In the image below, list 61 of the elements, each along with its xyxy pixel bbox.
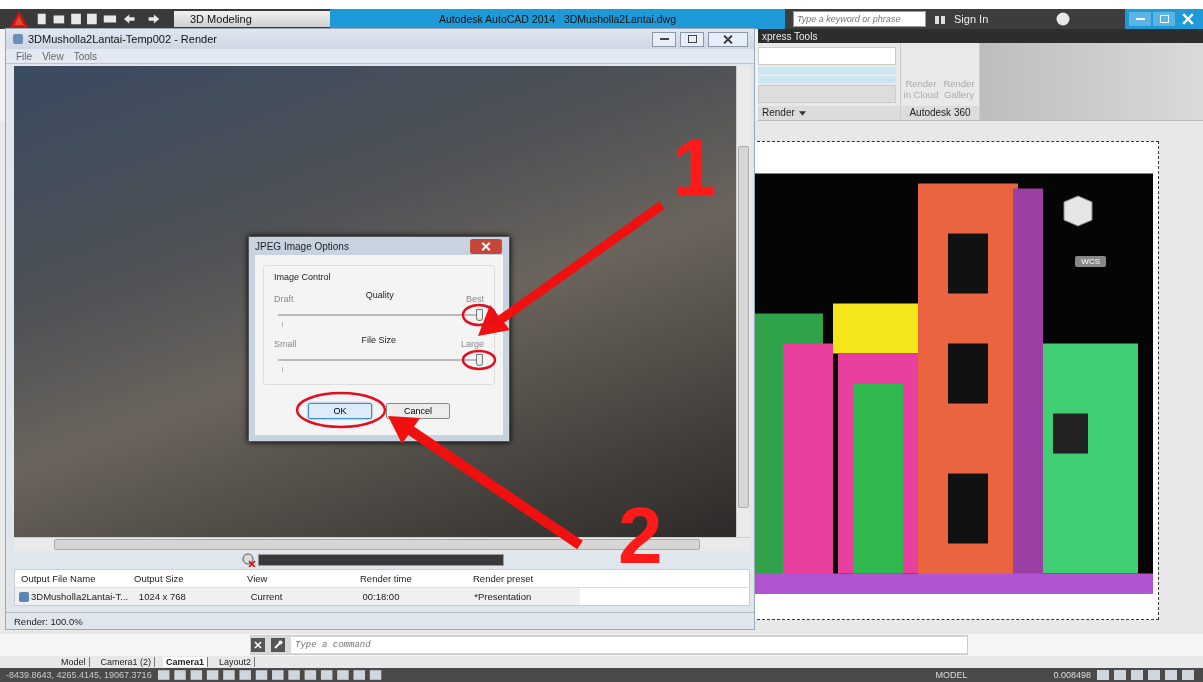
caret-icon[interactable] <box>798 110 806 116</box>
table-cell-text: 3DMusholla2Lantai-T... <box>30 590 130 604</box>
slider-thumb[interactable] <box>476 309 483 321</box>
output-path-field[interactable] <box>758 85 896 103</box>
slider-min-label: Small <box>274 339 297 349</box>
column-header[interactable]: View <box>241 570 354 587</box>
tick-mark-icon <box>282 367 284 372</box>
slider-label: Quality <box>365 290 394 300</box>
search-field[interactable]: Type a keyword or phrase <box>793 11 926 27</box>
table-cell-text: Current <box>249 590 284 604</box>
scale-readout: 0.008498 <box>1053 670 1091 680</box>
minimize-icon[interactable] <box>652 31 676 47</box>
dialog-button[interactable]: Cancel <box>386 403 450 419</box>
slider-max-label: Best <box>465 294 484 304</box>
coordinates-readout: -8439.8643, 4265.4145, 19067.3716 <box>6 670 152 680</box>
layout-tab[interactable]: Layout2 <box>216 657 256 667</box>
highlight-circle <box>461 303 497 327</box>
render-status: Render: 100.0% <box>14 615 83 627</box>
table-cell-text: 00:18:00 <box>361 590 401 604</box>
menu-item[interactable]: File <box>16 50 33 62</box>
slider-min-label: Draft <box>274 294 294 304</box>
status-tray-icon[interactable] <box>1097 669 1197 681</box>
space-toggle[interactable]: MODEL <box>935 670 968 680</box>
maximize-icon[interactable] <box>680 31 704 47</box>
app-logo-icon[interactable] <box>8 9 30 29</box>
workspace-dropdown[interactable]: 3D Modeling <box>174 11 330 27</box>
slider-max-label: Large <box>460 339 484 349</box>
layout-tab[interactable]: Camera1 <box>163 657 209 667</box>
slider-thumb[interactable] <box>476 354 483 366</box>
tick-mark-icon <box>282 322 284 327</box>
close-icon[interactable] <box>469 238 503 254</box>
ucs-menu[interactable]: WCS <box>1075 256 1106 267</box>
layout-tab[interactable]: Model <box>58 657 90 667</box>
panel-title: Autodesk 360 <box>901 106 979 120</box>
ribbon-tab[interactable]: xpress Tools <box>762 30 818 42</box>
highlight-circle <box>461 349 497 371</box>
menu-item[interactable]: Tools <box>73 50 97 62</box>
slider-label: File Size <box>361 335 396 345</box>
close-icon[interactable] <box>251 638 265 652</box>
render-window-icon <box>12 33 24 45</box>
table-cell-text: *Presentation <box>473 590 533 604</box>
layout-tab[interactable]: Camera1 (2) <box>97 657 156 667</box>
dialog-title: JPEG Image Options <box>255 240 349 252</box>
cancel-render-icon[interactable] <box>242 553 256 567</box>
menu-item[interactable]: View <box>42 50 64 62</box>
command-input[interactable]: Type a command <box>291 637 967 653</box>
table-cell-text: 1024 x 768 <box>137 590 187 604</box>
sign-in-link[interactable]: Sign In <box>954 13 989 25</box>
render-window-title: 3DMusholla2Lantai-Temp002 - Render <box>28 33 217 45</box>
window-title: Autodesk AutoCAD 2014 3DMusholla2Lantai.dwg <box>439 13 676 25</box>
column-header[interactable]: Output Size <box>128 570 241 587</box>
wrench-icon[interactable] <box>271 638 285 652</box>
close-icon[interactable] <box>708 31 748 47</box>
dialog-button[interactable]: OK <box>308 403 372 419</box>
render-file-icon <box>18 590 30 603</box>
annotation-number: 1 <box>672 128 717 208</box>
column-header[interactable]: Render preset <box>467 570 580 587</box>
vertical-scrollbar[interactable] <box>736 66 750 537</box>
column-header[interactable]: Render time <box>354 570 467 587</box>
column-header[interactable]: Output File Name <box>15 570 128 587</box>
group-label: Image Control <box>274 272 332 282</box>
